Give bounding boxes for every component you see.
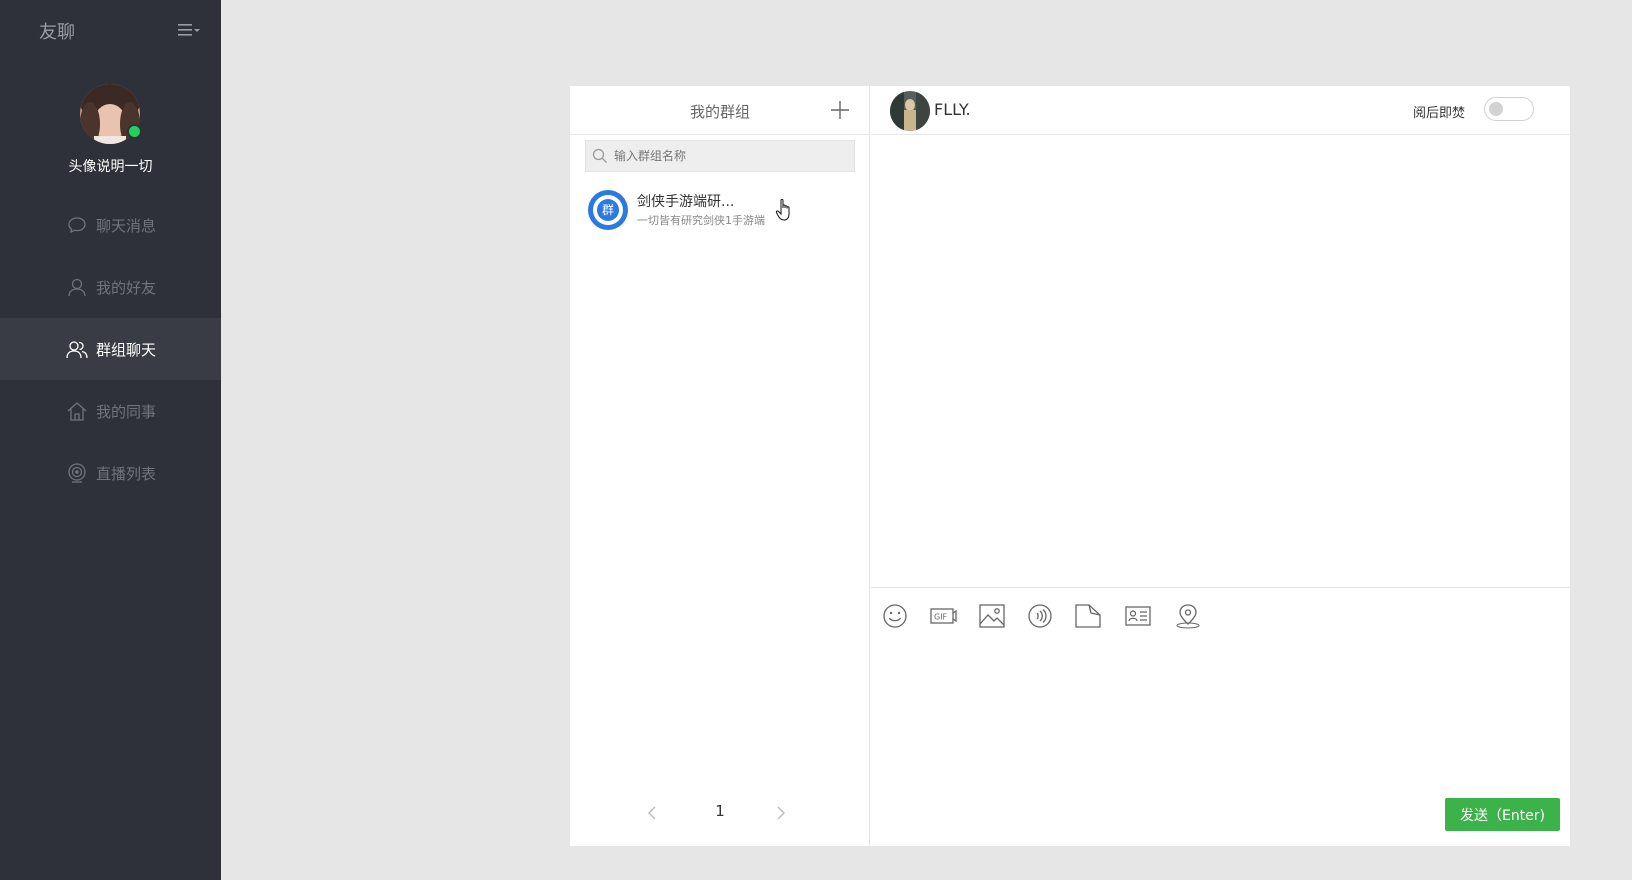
search-icon — [592, 148, 608, 164]
menu-icon[interactable] — [176, 20, 202, 40]
contact-name: FLLY. — [934, 100, 971, 119]
chat-header: FLLY. 阅后即焚 — [871, 86, 1570, 135]
group-search — [585, 140, 855, 172]
user-avatar-wrap[interactable] — [80, 84, 142, 144]
username: 头像说明一切 — [68, 159, 153, 175]
gif-icon[interactable]: GIF — [929, 602, 957, 630]
page-number[interactable]: 1 — [710, 802, 730, 820]
group-list-header: 我的群组 — [570, 86, 869, 135]
sidebar-item-colleagues[interactable]: 我的同事 — [0, 380, 221, 442]
card-icon[interactable] — [1124, 602, 1152, 630]
contact-avatar[interactable] — [890, 91, 930, 131]
chevron-left-icon — [648, 806, 656, 820]
burn-after-read-toggle[interactable] — [1484, 97, 1534, 121]
list-item[interactable]: 群 剑侠手游端研... 一切皆有研究剑侠1手游端 — [585, 187, 855, 233]
prev-page-button[interactable] — [645, 804, 659, 822]
add-group-button[interactable] — [829, 99, 851, 121]
next-page-button[interactable] — [774, 804, 788, 822]
svg-text:GIF: GIF — [934, 613, 948, 622]
sidebar-item-label: 我的好友 — [96, 278, 157, 297]
toggle-knob — [1489, 102, 1503, 116]
chat-toolbar: GIF — [871, 587, 1570, 641]
sidebar-item-live[interactable]: 直播列表 — [0, 442, 221, 504]
pagination: 1 — [570, 798, 870, 828]
brand-title: 友聊 — [39, 22, 75, 43]
sidebar-item-friends[interactable]: 我的好友 — [0, 256, 221, 318]
plus-icon — [831, 101, 849, 119]
home-icon — [66, 400, 88, 422]
emoji-icon[interactable] — [881, 602, 909, 630]
image-icon[interactable] — [978, 602, 1006, 630]
sidebar: 友聊 头像说明一切 聊天消息 我的好友 群组聊天 我的同事 直播列表 — [0, 0, 221, 880]
group-avatar: 群 — [588, 190, 628, 230]
message-area — [871, 136, 1570, 587]
sidebar-item-groups[interactable]: 群组聊天 — [0, 318, 221, 380]
send-button[interactable]: 发送（Enter) — [1445, 798, 1560, 831]
location-icon[interactable] — [1174, 602, 1202, 630]
burn-after-read-label: 阅后即焚 — [1413, 106, 1466, 121]
sidebar-item-messages[interactable]: 聊天消息 — [0, 194, 221, 256]
sidebar-item-label: 群组聊天 — [96, 340, 157, 359]
message-input[interactable] — [871, 641, 1570, 761]
chevron-right-icon — [777, 806, 785, 820]
sidebar-nav: 聊天消息 我的好友 群组聊天 我的同事 直播列表 — [0, 194, 221, 504]
users-icon — [66, 338, 88, 360]
chat-bubble-icon — [66, 214, 88, 236]
user-icon — [66, 276, 88, 298]
file-icon[interactable] — [1074, 602, 1102, 630]
group-list-title: 我的群组 — [689, 103, 750, 121]
chat-pane: FLLY. 阅后即焚 GIF 发送（Enter) — [871, 86, 1570, 846]
sidebar-item-label: 聊天消息 — [96, 216, 157, 235]
online-status-dot — [127, 124, 142, 139]
hand-cursor-icon — [775, 197, 795, 223]
group-description: 一切皆有研究剑侠1手游端 — [637, 214, 765, 227]
group-avatar-text: 群 — [597, 199, 619, 221]
group-list-pane: 我的群组 群 剑侠手游端研... 一切皆有研究剑侠1手游端 — [570, 86, 870, 846]
webcam-icon — [66, 462, 88, 484]
chat-panel: 我的群组 群 剑侠手游端研... 一切皆有研究剑侠1手游端 — [570, 86, 1570, 846]
sidebar-item-label: 直播列表 — [96, 464, 157, 483]
sidebar-item-label: 我的同事 — [96, 402, 157, 421]
group-name: 剑侠手游端研... — [637, 194, 735, 210]
group-search-input[interactable] — [614, 141, 850, 171]
voice-icon[interactable] — [1026, 602, 1054, 630]
